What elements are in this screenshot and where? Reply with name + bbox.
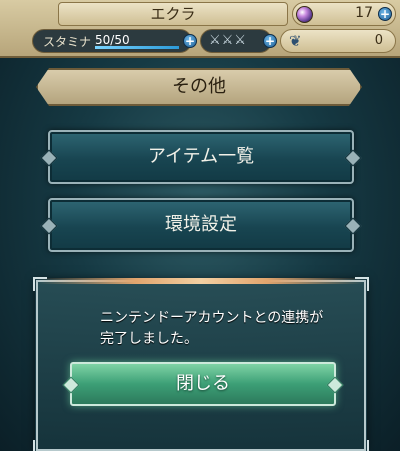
settings-button[interactable]: 環境設定 [48,198,354,252]
add-swords-button[interactable]: + [263,34,277,48]
orb-counter: 17 + [292,2,396,26]
feather-icon: ❦ [289,32,302,50]
stamina-value: 50/50 [95,33,130,47]
close-button[interactable]: 閉じる [70,362,336,406]
dialog-glow [38,278,364,284]
stamina-bar [95,46,179,49]
dueling-swords-meter: ⚔⚔⚔ + [200,29,277,53]
dialog-corner-ornament [355,440,369,451]
add-orbs-button[interactable]: + [378,7,392,21]
item-list-button[interactable]: アイテム一覧 [48,130,354,184]
add-stamina-button[interactable]: + [183,34,197,48]
dialog-corner-ornament [33,277,47,291]
dialog-corner-ornament [355,277,369,291]
feather-counter: ❦ 0 [280,29,396,53]
dialog-message: ニンテンドーアカウントとの連携が完了しました。 [100,310,324,347]
stamina-label: スタミナ [43,35,92,49]
notification-dialog: ニンテンドーアカウントとの連携が完了しました。 閉じる [33,277,369,451]
player-name: エクラ [58,2,288,26]
stamina-meter: スタミナ 50/50 + [32,29,197,53]
dueling-swords-icon: ⚔⚔⚔ [209,33,247,48]
feather-count: 0 [374,33,383,48]
dialog-corner-ornament [33,440,47,451]
orb-icon [296,6,313,23]
orb-count: 17 [355,5,373,21]
page-title: その他 [36,68,362,106]
stamina-fill [95,46,179,49]
status-bar: エクラ 17 + スタミナ 50/50 + ⚔⚔⚔ + ❦ 0 [0,0,400,58]
